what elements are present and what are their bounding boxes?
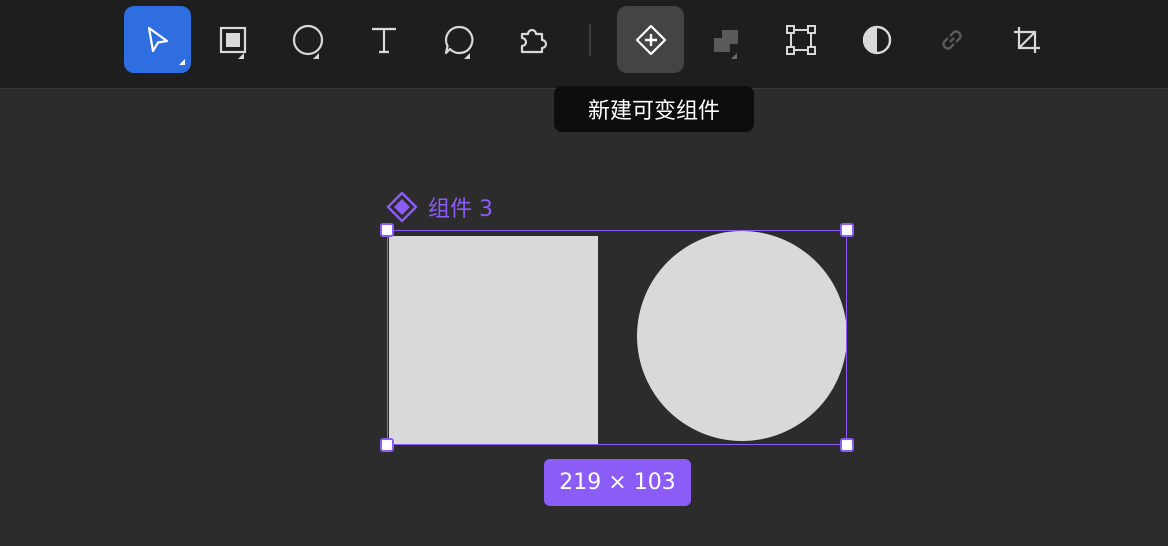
select-tool-button[interactable] bbox=[124, 6, 191, 73]
submenu-indicator-icon bbox=[179, 59, 185, 65]
crop-icon bbox=[1013, 26, 1040, 53]
mask-tool-button[interactable] bbox=[843, 6, 910, 73]
component-name-label[interactable]: 组件 3 bbox=[386, 191, 493, 223]
rectangle-tool-button[interactable] bbox=[199, 6, 266, 73]
boolean-union-icon bbox=[713, 29, 738, 52]
puzzle-icon bbox=[520, 28, 547, 53]
toolbar-divider bbox=[589, 24, 591, 56]
ellipse-tool-button[interactable] bbox=[274, 6, 341, 73]
frame-points-tool-button[interactable] bbox=[767, 6, 834, 73]
submenu-indicator-icon bbox=[313, 53, 319, 59]
resize-handle-top-left[interactable] bbox=[380, 223, 394, 237]
dimensions-badge: 219 × 103 bbox=[544, 459, 691, 506]
submenu-indicator-icon bbox=[238, 53, 244, 59]
boolean-tool-button[interactable] bbox=[692, 6, 759, 73]
comment-bubble-icon bbox=[444, 25, 473, 54]
crop-tool-button[interactable] bbox=[993, 6, 1060, 73]
create-variable-component-button[interactable] bbox=[617, 6, 684, 73]
resize-handle-bottom-right[interactable] bbox=[840, 438, 854, 452]
resize-handle-bottom-left[interactable] bbox=[380, 438, 394, 452]
comment-tool-button[interactable] bbox=[425, 6, 492, 73]
pointer-arrow-icon bbox=[147, 26, 168, 52]
rectangle-icon bbox=[219, 26, 246, 53]
submenu-indicator-icon bbox=[731, 53, 737, 59]
link-tool-button[interactable] bbox=[918, 6, 985, 73]
half-circle-icon bbox=[862, 25, 891, 54]
component-name-text: 组件 3 bbox=[428, 197, 493, 222]
text-icon bbox=[371, 27, 396, 53]
tooltip: 新建可变组件 bbox=[554, 86, 754, 132]
selection-box[interactable] bbox=[387, 230, 847, 445]
text-tool-button[interactable] bbox=[350, 6, 417, 73]
component-diamond-icon bbox=[386, 191, 418, 223]
submenu-indicator-icon bbox=[464, 53, 470, 59]
toolbar bbox=[0, 0, 1168, 89]
link-icon bbox=[941, 29, 962, 50]
resize-handle-top-right[interactable] bbox=[840, 223, 854, 237]
vector-frame-icon bbox=[785, 24, 816, 55]
ellipse-icon bbox=[292, 24, 323, 55]
component-add-icon bbox=[635, 24, 666, 55]
plugin-tool-button[interactable] bbox=[499, 6, 566, 73]
